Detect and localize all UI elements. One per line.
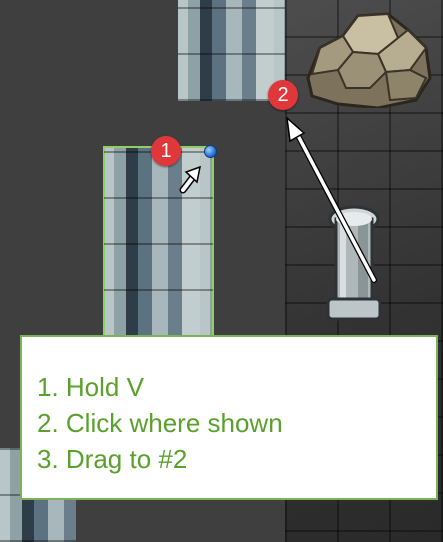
rock-pile-sprite[interactable] <box>298 8 432 108</box>
instruction-box: 1. Hold V 2. Click where shown 3. Drag t… <box>20 335 438 500</box>
step-1-badge: 1 <box>151 136 181 166</box>
selected-wall-tile[interactable] <box>103 146 214 338</box>
stone-wall-tile-top[interactable] <box>178 0 285 101</box>
vertex-snap-handle[interactable] <box>204 145 217 158</box>
step-2-badge: 2 <box>268 80 298 110</box>
broken-pillar-sprite[interactable] <box>326 205 382 327</box>
instruction-line-1: 1. Hold V <box>37 372 144 402</box>
instruction-line-2: 2. Click where shown <box>37 408 283 438</box>
instruction-line-3: 3. Drag to #2 <box>37 444 188 474</box>
